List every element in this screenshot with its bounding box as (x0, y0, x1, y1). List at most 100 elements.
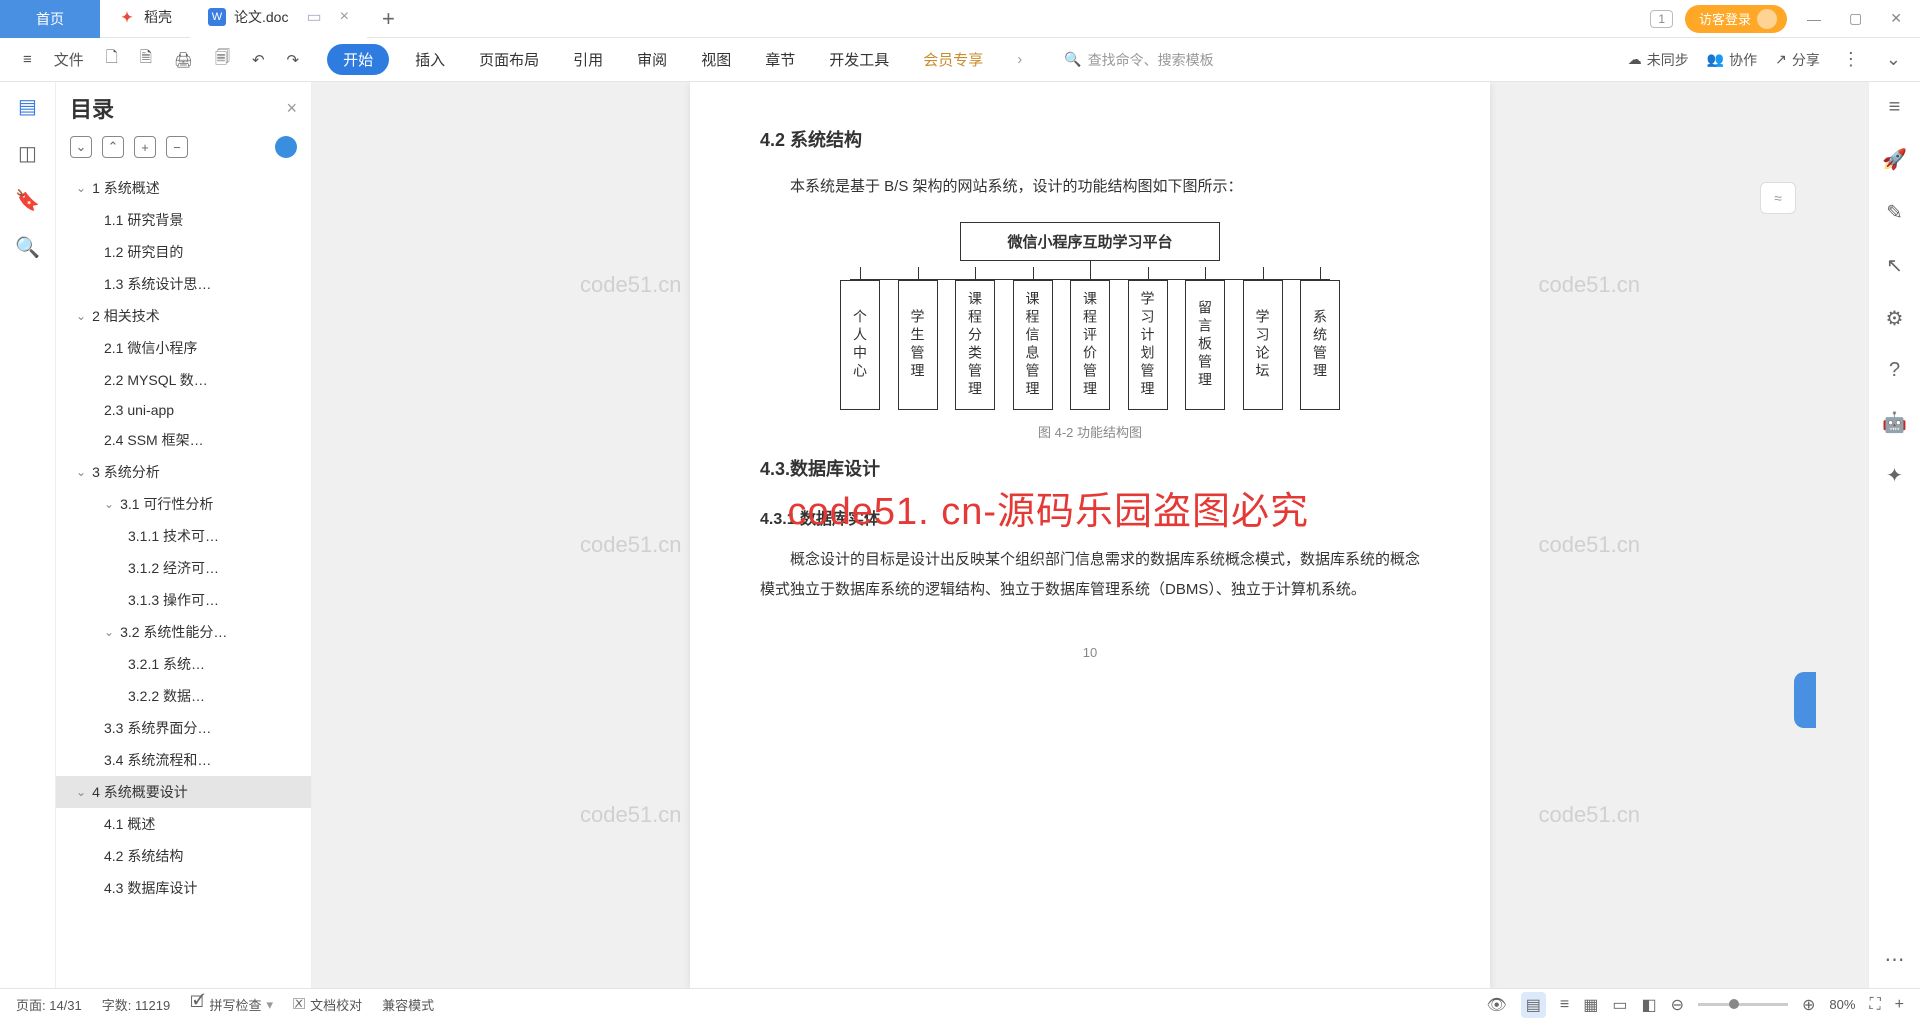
sync-label: 未同步 (1647, 50, 1689, 70)
view-outline-icon[interactable]: ≡ (1560, 996, 1569, 1014)
menu-start[interactable]: 开始 (327, 44, 389, 75)
zoom-out-icon[interactable]: ⊖ (1671, 995, 1684, 1015)
view-focus-icon[interactable]: ◧ (1641, 995, 1656, 1015)
tree-item[interactable]: 3.1.3 操作可… (56, 584, 311, 616)
tree-item[interactable]: 2.3 uni-app (56, 396, 311, 424)
outline-icon[interactable]: ▤ (18, 94, 37, 119)
preview-icon[interactable]: 🗐 (207, 41, 238, 78)
menu-insert[interactable]: 插入 (407, 43, 453, 76)
collab-button[interactable]: 👥协作 (1707, 50, 1757, 70)
menu-review[interactable]: 审阅 (629, 43, 675, 76)
print-icon[interactable]: 🖨 (166, 45, 201, 75)
tree-item[interactable]: 2 相关技术 (56, 300, 311, 332)
nav-close-icon[interactable]: × (286, 98, 297, 119)
menu-page-layout[interactable]: 页面布局 (471, 43, 547, 76)
save-icon[interactable]: 🗋 (98, 41, 126, 78)
hamburger-icon[interactable]: ≡ (1889, 96, 1901, 119)
statusbar: 页面: 14/31 字数: 11219 🗹拼写检查▾ 🗵文档校对 兼容模式 👁 … (0, 988, 1920, 1020)
cursor-icon[interactable]: ↖ (1886, 253, 1903, 278)
file-menu[interactable]: 文件 (46, 43, 92, 76)
zoom-value[interactable]: 80% (1829, 997, 1855, 1012)
close-button[interactable]: ✕ (1882, 6, 1910, 31)
collapse-all-icon[interactable]: ⌄ (70, 136, 92, 158)
tab-document[interactable]: W 论文.doc ▭ × (190, 0, 367, 38)
proofread[interactable]: 🗵文档校对 (293, 995, 362, 1014)
tree-item[interactable]: 4.3 数据库设计 (56, 872, 311, 904)
tree-item[interactable]: 3 系统分析 (56, 456, 311, 488)
tree-item[interactable]: 2.4 SSM 框架… (56, 424, 311, 456)
export-icon[interactable]: 🗎 (132, 41, 160, 78)
redo-icon[interactable]: ↷ (279, 45, 308, 75)
menu-more[interactable]: › (1009, 45, 1030, 74)
tab-home[interactable]: 首页 (0, 0, 100, 38)
tree-item[interactable]: 3.2.2 数据… (56, 680, 311, 712)
tree-item[interactable]: 3.1.2 经济可… (56, 552, 311, 584)
fullscreen-icon[interactable]: ⛶ (1869, 996, 1880, 1014)
bookmark-icon[interactable]: 🔖 (15, 188, 40, 213)
nav-sync-icon[interactable] (275, 136, 297, 158)
zoom-in-icon[interactable]: ⊕ (1802, 995, 1815, 1015)
undo-icon[interactable]: ↶ (244, 45, 273, 75)
view-web-icon[interactable]: ▦ (1583, 995, 1598, 1015)
search-box[interactable]: 🔍 查找命令、搜索模板 (1056, 46, 1221, 74)
add-icon[interactable]: + (134, 136, 156, 158)
tree-item[interactable]: 3.4 系统流程和… (56, 744, 311, 776)
word-count[interactable]: 字数: 11219 (102, 995, 170, 1014)
tree-item[interactable]: 2.2 MYSQL 数… (56, 364, 311, 396)
collapse-panel-button[interactable]: ≈ (1760, 182, 1796, 214)
share-button[interactable]: ↗分享 (1775, 50, 1820, 70)
tab-screen-icon[interactable]: ▭ (306, 7, 321, 27)
help-icon[interactable]: ? (1889, 359, 1900, 382)
guest-login-button[interactable]: 访客登录 (1685, 5, 1787, 33)
nav-icon[interactable]: ◫ (18, 141, 37, 166)
menu-icon[interactable]: ≡ (15, 45, 40, 74)
tree-item[interactable]: 1.2 研究目的 (56, 236, 311, 268)
tab-close-icon[interactable]: × (340, 8, 349, 26)
tree-item[interactable]: 3.3 系统界面分… (56, 712, 311, 744)
settings-icon[interactable]: ⚙ (1886, 306, 1904, 331)
side-panel-handle[interactable] (1794, 672, 1816, 728)
document-area[interactable]: ≈ code51.cn code51.cn code51.cn code51.c… (312, 82, 1868, 988)
rocket-icon[interactable]: 🚀 (1882, 147, 1907, 172)
menu-reference[interactable]: 引用 (565, 43, 611, 76)
view-page-icon[interactable]: ▤ (1521, 992, 1546, 1018)
zoom-slider[interactable] (1698, 1003, 1788, 1006)
tree-item[interactable]: 1 系统概述 (56, 172, 311, 204)
add-page-icon[interactable]: + (1895, 996, 1904, 1014)
sync-status[interactable]: ☁未同步 (1628, 50, 1689, 70)
expand-all-icon[interactable]: ⌃ (102, 136, 124, 158)
sparkle-icon[interactable]: ✦ (1886, 463, 1903, 488)
eye-icon[interactable]: 👁 (1486, 995, 1506, 1015)
pen-icon[interactable]: ✎ (1886, 200, 1903, 225)
tab-shell[interactable]: ✦ 稻壳 (100, 0, 190, 38)
spell-check[interactable]: 🗹拼写检查▾ (190, 991, 273, 1018)
tree-item[interactable]: 3.2 系统性能分… (56, 616, 311, 648)
tree-item[interactable]: 4.2 系统结构 (56, 840, 311, 872)
maximize-button[interactable]: ▢ (1841, 6, 1870, 31)
menu-view[interactable]: 视图 (693, 43, 739, 76)
remove-icon[interactable]: − (166, 136, 188, 158)
tree-item[interactable]: 2.1 微信小程序 (56, 332, 311, 364)
tree-item[interactable]: 4.1 概述 (56, 808, 311, 840)
search-rail-icon[interactable]: 🔍 (15, 235, 40, 260)
tree-item[interactable]: 3.2.1 系统… (56, 648, 311, 680)
menu-dev-tools[interactable]: 开发工具 (821, 43, 897, 76)
compat-mode[interactable]: 兼容模式 (382, 995, 434, 1014)
page-indicator[interactable]: 页面: 14/31 (16, 995, 82, 1014)
search-icon: 🔍 (1064, 51, 1081, 68)
tree-item[interactable]: 4 系统概要设计 (56, 776, 311, 808)
collapse-ribbon-icon[interactable]: ⌄ (1882, 45, 1905, 74)
menu-chapter[interactable]: 章节 (757, 43, 803, 76)
tree-item[interactable]: 3.1 可行性分析 (56, 488, 311, 520)
tree-item[interactable]: 1.1 研究背景 (56, 204, 311, 236)
minimize-button[interactable]: — (1799, 7, 1829, 31)
tree-item[interactable]: 3.1.1 技术可… (56, 520, 311, 552)
window-count[interactable]: 1 (1650, 10, 1673, 28)
menu-vip[interactable]: 会员专享 (915, 43, 991, 76)
more-icon[interactable]: ⋮ (1838, 45, 1864, 74)
new-tab-button[interactable]: + (367, 6, 410, 32)
tree-item[interactable]: 1.3 系统设计思… (56, 268, 311, 300)
robot-icon[interactable]: 🤖 (1882, 410, 1907, 435)
more-rail-icon[interactable]: ⋯ (1885, 947, 1905, 972)
view-read-icon[interactable]: ▭ (1612, 995, 1627, 1015)
